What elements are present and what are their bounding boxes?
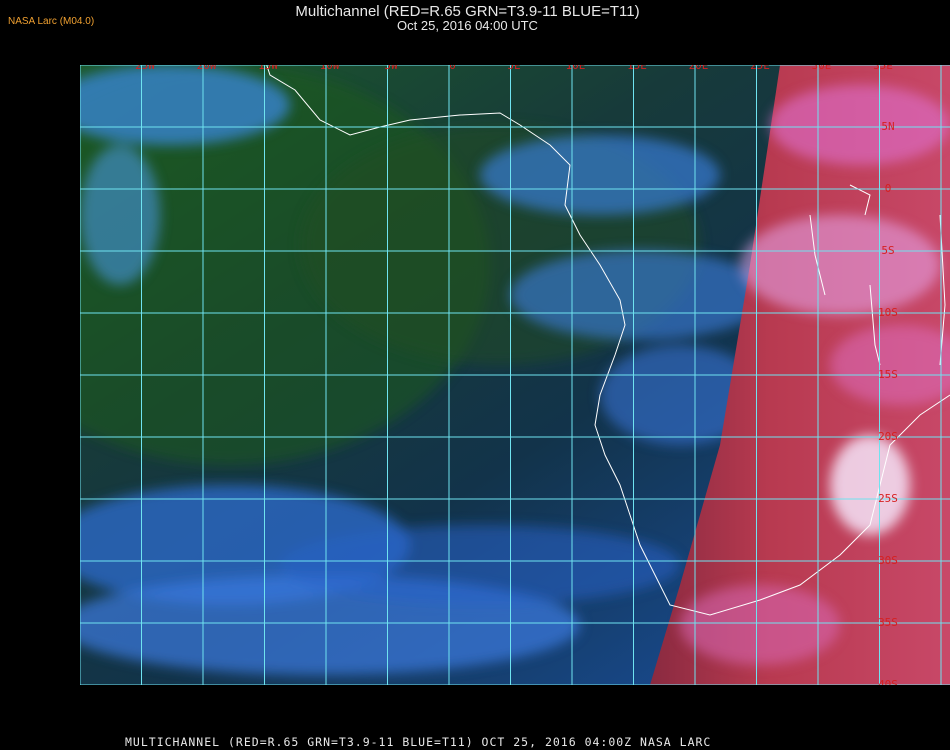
longitude-label: 35E — [873, 65, 893, 72]
longitude-label: 0 — [449, 65, 456, 72]
latitude-label: 20S — [878, 430, 898, 443]
footer-caption: MULTICHANNEL (RED=R.65 GRN=T3.9-11 BLUE=… — [125, 735, 712, 749]
longitude-label: 10W — [320, 65, 340, 72]
satellite-map[interactable]: 25W 20W 15W 10W 5W 0 5E 10E 15E 20E 25E 30E 35E 5N 0 5S… — [80, 65, 950, 685]
latitude-label: 0 — [885, 182, 892, 195]
image-datetime: Oct 25, 2016 04:00 UTC — [397, 18, 538, 33]
longitude-label: 5W — [384, 65, 398, 72]
longitude-label: 20E — [689, 65, 709, 72]
latitude-label: 30S — [878, 554, 898, 567]
latitude-label: 5N — [881, 120, 894, 133]
latitude-label: 25S — [878, 492, 898, 505]
longitude-label: 15W — [258, 65, 278, 72]
longitude-label: 5E — [507, 65, 520, 72]
longitude-label: 10E — [566, 65, 586, 72]
longitude-label: 15E — [627, 65, 647, 72]
longitude-label: 25E — [750, 65, 770, 72]
latitude-label: 40S — [878, 678, 898, 685]
latitude-label: 10S — [878, 306, 898, 319]
longitude-label: 30E — [812, 65, 832, 72]
longitude-label: 20W — [197, 65, 217, 72]
longitude-label: 25W — [135, 65, 155, 72]
latitude-label: 5S — [881, 244, 894, 257]
graticule: 25W 20W 15W 10W 5W 0 5E 10E 15E 20E 25E 30E 35E 5N 0 5S… — [80, 65, 950, 685]
latitude-label: 15S — [878, 368, 898, 381]
latitude-label: 35S — [878, 616, 898, 629]
